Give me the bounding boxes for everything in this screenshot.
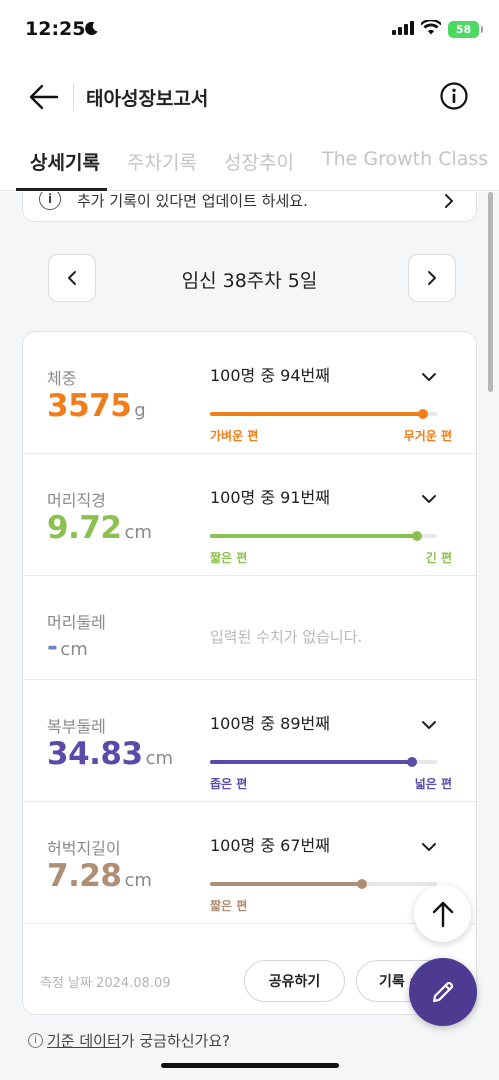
- metric-name: 머리둘레: [47, 613, 106, 632]
- wifi-icon: [420, 19, 442, 39]
- bar-low-label: 짧은 편: [210, 899, 248, 913]
- percentile-marker: [411, 531, 422, 541]
- update-notice-banner[interactable]: i 추가 기록이 있다면 업데이트 하세요.: [22, 192, 477, 222]
- bar-low-label: 짧은 편: [210, 551, 248, 565]
- notice-info-icon: i: [39, 192, 61, 210]
- bar-high-label: 긴 편: [425, 551, 452, 565]
- moon-icon: [84, 21, 99, 40]
- percentile-marker: [407, 757, 418, 767]
- measure-date: 측정 날짜 2024.08.09: [40, 976, 171, 991]
- active-tab-indicator: [16, 188, 107, 191]
- home-indicator: [161, 1063, 339, 1068]
- share-button[interactable]: 공유하기: [244, 960, 345, 1002]
- info-button[interactable]: [439, 81, 469, 111]
- metric-name: 체중: [47, 369, 77, 388]
- rank-text: 100명 중 94번째: [210, 366, 330, 385]
- battery-icon: 58: [448, 21, 483, 38]
- metric-row-abdominal-circumference[interactable]: 복부둘레 34.83 cm 100명 중 89번째 좁은 편 넓은 편: [23, 680, 476, 802]
- chevron-down-icon[interactable]: [421, 837, 437, 856]
- signal-icon: [392, 20, 414, 39]
- tab-growth-class[interactable]: The Growth Class: [322, 148, 488, 170]
- rank-text: 100명 중 89번째: [210, 714, 330, 733]
- percentile-marker: [357, 879, 368, 889]
- help-text: 가 궁금하신가요?: [120, 1032, 231, 1050]
- bar-high-label: 넓은 편: [414, 777, 452, 791]
- scroll-content[interactable]: i 추가 기록이 있다면 업데이트 하세요. 임신 38주차 5일 체중 357…: [0, 192, 499, 1080]
- metric-value: 3575 g: [47, 388, 146, 424]
- metric-row-femur-length[interactable]: 허벅지길이 7.28cm 100명 중 67번째 짧은 편 긴 편: [23, 802, 476, 924]
- reference-data-link[interactable]: 기준 데이터: [47, 1032, 121, 1050]
- metric-unit: cm: [124, 522, 152, 543]
- metric-name: 머리직경: [47, 491, 106, 510]
- notice-text: 추가 기록이 있다면 업데이트 하세요.: [77, 192, 308, 210]
- metric-number: -: [47, 632, 58, 662]
- metric-value: 9.72 cm: [47, 510, 152, 546]
- scroll-to-top-button[interactable]: [414, 885, 471, 942]
- metric-name: 복부둘레: [47, 717, 106, 736]
- pencil-icon: [432, 981, 454, 1003]
- metric-value: 7.28 cm: [47, 858, 152, 894]
- tab-growth-trend[interactable]: 성장추이: [224, 148, 294, 175]
- chevron-down-icon[interactable]: [421, 489, 437, 508]
- percentile-marker: [418, 409, 429, 419]
- bar-low-label: 좁은 편: [210, 777, 248, 791]
- chevron-right-icon: [444, 193, 454, 213]
- chevron-right-icon: [428, 271, 436, 285]
- metric-row-weight[interactable]: 체중 3575 g 100명 중 94번째 가벼운 편 무거운 편: [23, 332, 476, 454]
- info-icon: [440, 82, 468, 110]
- next-week-button[interactable]: [408, 254, 456, 302]
- empty-value-text: 입력된 수치가 없습니다.: [210, 628, 363, 646]
- metric-number: 34.83: [47, 736, 143, 772]
- measurement-card: 체중 3575 g 100명 중 94번째 가벼운 편 무거운 편 머리직경 9.…: [22, 331, 477, 1015]
- metric-number: 3575: [47, 388, 132, 424]
- help-info-icon: i: [28, 1033, 43, 1048]
- metric-value: - cm: [47, 632, 88, 662]
- percentile-bar: [210, 757, 437, 767]
- chevron-down-icon[interactable]: [421, 715, 437, 734]
- status-bar: 12:25 58: [0, 0, 499, 62]
- percentile-fill: [210, 760, 413, 764]
- status-time: 12:25: [25, 18, 86, 40]
- metric-unit: cm: [145, 748, 173, 769]
- metric-unit: cm: [60, 639, 88, 660]
- header-divider: [73, 83, 74, 111]
- rank-text: 100명 중 91번째: [210, 488, 330, 507]
- percentile-bar: [210, 409, 437, 419]
- battery-level: 58: [455, 23, 472, 36]
- tab-detail-record[interactable]: 상세기록: [30, 148, 100, 175]
- percentile-bar: [210, 879, 437, 889]
- tab-weekly-record[interactable]: 주차기록: [127, 148, 197, 175]
- metric-number: 9.72: [47, 510, 122, 546]
- metric-unit: cm: [124, 870, 152, 891]
- scrollbar[interactable]: [488, 192, 493, 392]
- card-footer: 측정 날짜 2024.08.09 공유하기 기록 수정: [23, 942, 476, 1014]
- metric-unit: g: [134, 400, 146, 421]
- metric-value: 34.83 cm: [47, 736, 173, 772]
- metric-row-head-diameter[interactable]: 머리직경 9.72 cm 100명 중 91번째 짧은 편 긴 편: [23, 454, 476, 576]
- percentile-fill: [210, 534, 417, 538]
- arrow-up-icon: [432, 901, 453, 927]
- percentile-fill: [210, 412, 424, 416]
- metric-name: 허벅지길이: [47, 839, 121, 858]
- bar-low-label: 가벼운 편: [210, 429, 259, 443]
- back-button[interactable]: [26, 80, 62, 114]
- bar-high-label: 무거운 편: [403, 429, 452, 443]
- metric-number: 7.28: [47, 858, 122, 894]
- percentile-fill: [210, 882, 363, 886]
- tab-bar: 상세기록 주차기록 성장추이 The Growth Class: [0, 140, 499, 191]
- chevron-down-icon[interactable]: [421, 367, 437, 386]
- rank-text: 100명 중 67번째: [210, 836, 330, 855]
- write-record-button[interactable]: [409, 958, 477, 1026]
- percentile-bar: [210, 531, 437, 541]
- week-navigator: 임신 38주차 5일: [0, 254, 499, 302]
- app-header: 태아성장보고서: [0, 62, 499, 132]
- status-indicators: 58: [392, 19, 483, 39]
- arrow-left-icon: [29, 84, 59, 110]
- metric-row-head-circumference[interactable]: 머리둘레 - cm 입력된 수치가 없습니다.: [23, 576, 476, 680]
- reference-data-help[interactable]: i 기준 데이터가 궁금하신가요?: [28, 1030, 230, 1051]
- page-title: 태아성장보고서: [86, 88, 209, 110]
